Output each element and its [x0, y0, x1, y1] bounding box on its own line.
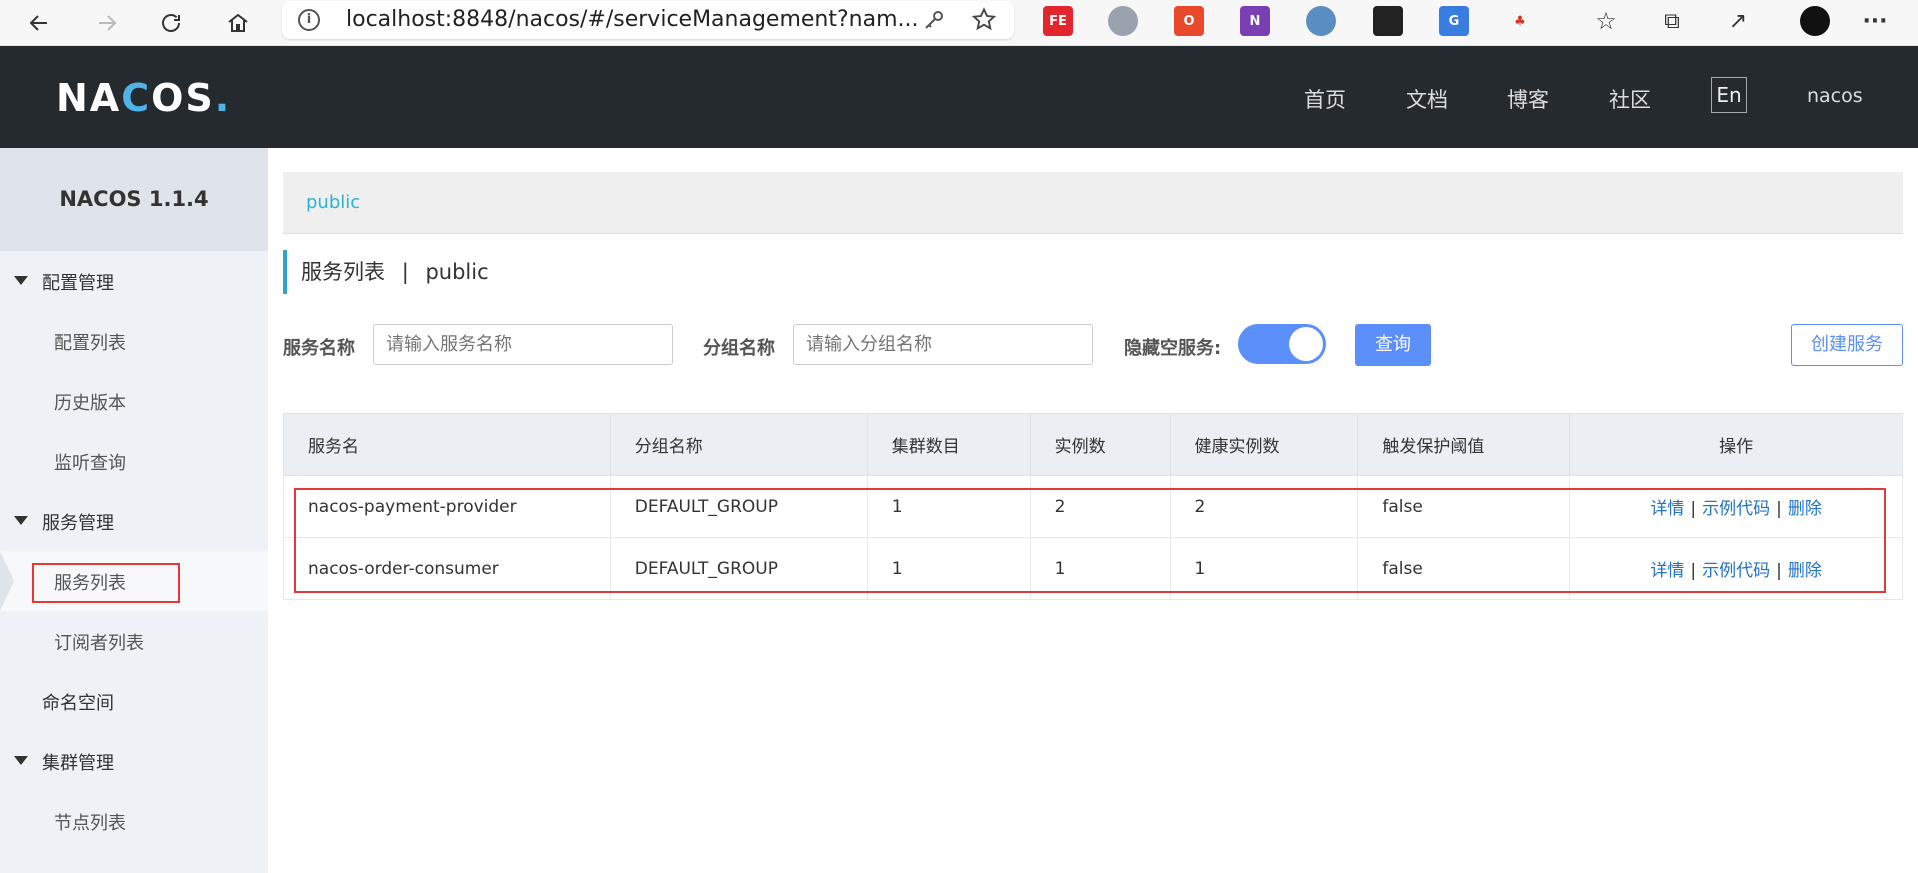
- sidebar: NACOS 1.1.4 配置管理 配置列表 历史版本 监听查询 服务管理 服务列…: [0, 148, 268, 873]
- sidebar-group-service[interactable]: 服务管理: [0, 501, 268, 541]
- caret-down-icon: [14, 756, 28, 765]
- sidebar-item-nodes[interactable]: 节点列表: [0, 791, 268, 851]
- back-button[interactable]: [22, 6, 56, 40]
- arrow-right-icon: [99, 15, 117, 31]
- create-service-button[interactable]: 创建服务: [1791, 324, 1903, 366]
- extension-org-chart-icon[interactable]: ♣: [1505, 6, 1535, 36]
- table-header-row: 服务名 分组名称 集群数目 实例数 健康实例数 触发保护阈值 操作: [283, 413, 1903, 476]
- col-threshold: 触发保护阈值: [1357, 413, 1571, 476]
- sidebar-item-namespace[interactable]: 命名空间: [0, 681, 268, 721]
- extension-fe-icon[interactable]: FE: [1043, 6, 1073, 36]
- caret-down-icon: [14, 516, 28, 525]
- namespace-bar: public: [283, 172, 1903, 234]
- sidebar-item-config-list[interactable]: 配置列表: [0, 311, 268, 371]
- sidebar-item-subscribers[interactable]: 订阅者列表: [0, 611, 268, 671]
- col-instance-count: 实例数: [1029, 413, 1171, 476]
- sidebar-group-config[interactable]: 配置管理: [0, 261, 268, 301]
- col-group-name: 分组名称: [609, 413, 868, 476]
- namespace-public[interactable]: public: [306, 192, 360, 213]
- switch-knob: [1289, 327, 1323, 361]
- nav-home[interactable]: 首页: [1304, 84, 1346, 114]
- extension-mask-icon[interactable]: [1373, 6, 1403, 36]
- forward-button[interactable]: [90, 6, 124, 40]
- share-icon[interactable]: ↗: [1723, 6, 1753, 36]
- collections-icon[interactable]: ⧉: [1657, 6, 1687, 36]
- favorite-star-icon[interactable]: [970, 6, 998, 34]
- nav-docs[interactable]: 文档: [1406, 84, 1448, 114]
- url-text: localhost:8848/nacos/#/serviceManagement…: [346, 7, 919, 32]
- nav-blog[interactable]: 博客: [1507, 84, 1549, 114]
- service-name-label: 服务名称: [283, 338, 355, 359]
- group-name-label: 分组名称: [703, 338, 775, 359]
- hide-empty-switch[interactable]: [1238, 324, 1326, 364]
- home-button[interactable]: [221, 6, 255, 40]
- info-icon[interactable]: i: [298, 9, 320, 31]
- col-actions: 操作: [1569, 413, 1903, 476]
- hide-empty-label: 隐藏空服务:: [1124, 338, 1222, 359]
- reload-button[interactable]: [154, 6, 188, 40]
- query-button[interactable]: 查询: [1355, 324, 1431, 366]
- page-title: 服务列表 | public: [283, 250, 489, 294]
- sidebar-item-history[interactable]: 历史版本: [0, 371, 268, 431]
- arrow-left-icon: [29, 15, 47, 31]
- nacos-logo[interactable]: NACOS.: [56, 76, 231, 120]
- extension-onenote-icon[interactable]: N: [1240, 6, 1270, 36]
- extension-office-icon[interactable]: O: [1174, 6, 1204, 36]
- nav-community[interactable]: 社区: [1609, 84, 1651, 114]
- more-menu-icon[interactable]: ···: [1860, 6, 1890, 36]
- extension-globe-icon[interactable]: [1108, 6, 1138, 36]
- user-name[interactable]: nacos: [1807, 85, 1863, 107]
- app-header: NACOS. 首页 文档 博客 社区 En nacos: [0, 46, 1918, 148]
- extension-translate-icon[interactable]: G: [1439, 6, 1469, 36]
- address-bar[interactable]: i localhost:8848/nacos/#/serviceManageme…: [282, 1, 1014, 39]
- sidebar-item-listener[interactable]: 监听查询: [0, 431, 268, 491]
- col-cluster-count: 集群数目: [866, 413, 1031, 476]
- sidebar-title: NACOS 1.1.4: [0, 148, 268, 251]
- profile-avatar[interactable]: [1800, 6, 1830, 36]
- service-name-input[interactable]: [373, 324, 673, 365]
- home-icon: [228, 13, 248, 32]
- extension-spy-icon[interactable]: [1306, 6, 1336, 36]
- group-name-input[interactable]: [793, 324, 1093, 365]
- highlight-box-sidebar: [32, 563, 180, 603]
- col-service-name: 服务名: [283, 413, 611, 476]
- reload-icon: [162, 14, 180, 32]
- caret-down-icon: [14, 276, 28, 285]
- language-toggle[interactable]: En: [1711, 77, 1747, 113]
- browser-toolbar: i localhost:8848/nacos/#/serviceManageme…: [0, 0, 1918, 46]
- key-icon[interactable]: [922, 8, 946, 32]
- col-healthy-count: 健康实例数: [1169, 413, 1359, 476]
- sidebar-group-cluster[interactable]: 集群管理: [0, 741, 268, 781]
- favorites-icon[interactable]: ☆: [1591, 6, 1621, 36]
- highlight-box-rows: [294, 488, 1886, 593]
